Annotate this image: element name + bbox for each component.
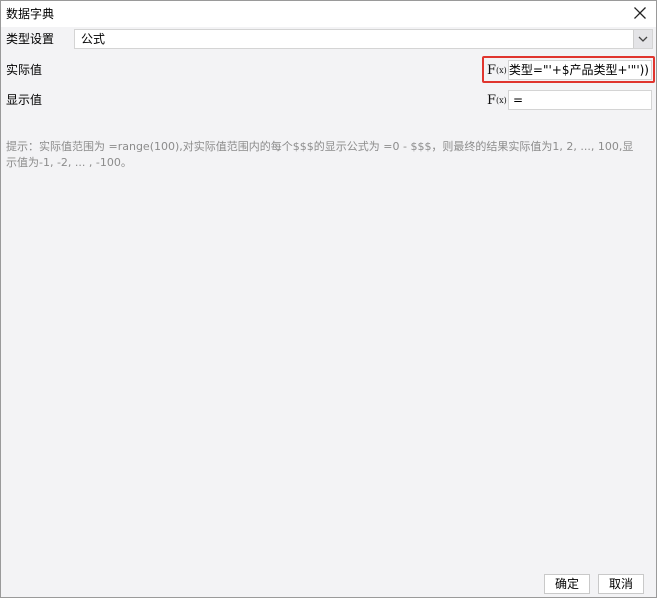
cancel-button[interactable]: 取消	[598, 574, 644, 594]
title-bar: 数据字典	[1, 1, 656, 27]
display-value-label: 显示值	[6, 93, 43, 107]
data-dictionary-dialog: 数据字典 类型设置 公式 实际值 F(x) 品类型="'+$产品类型+'"'))…	[0, 0, 657, 598]
chevron-down-icon	[638, 36, 648, 42]
type-setting-label: 类型设置	[6, 32, 55, 46]
display-value-formula-input[interactable]: =	[508, 90, 652, 110]
type-select-dropdown-button[interactable]	[633, 30, 652, 48]
type-select-value: 公式	[81, 32, 106, 46]
highlight-annotation	[482, 56, 655, 83]
type-select[interactable]: 公式	[74, 29, 653, 49]
close-button[interactable]	[629, 4, 651, 24]
ok-button[interactable]: 确定	[544, 574, 590, 594]
display-value-formula-button[interactable]: F(x)	[487, 92, 507, 108]
close-icon	[634, 7, 646, 19]
formula-fx-icon: F(x)	[487, 93, 507, 108]
display-value-formula-text: =	[513, 93, 524, 107]
actual-value-label: 实际值	[6, 63, 43, 77]
hint-text: 提示：实际值范围为 =range(100),对实际值范围内的每个$$$的显示公式…	[6, 140, 634, 169]
dialog-title: 数据字典	[6, 7, 55, 21]
